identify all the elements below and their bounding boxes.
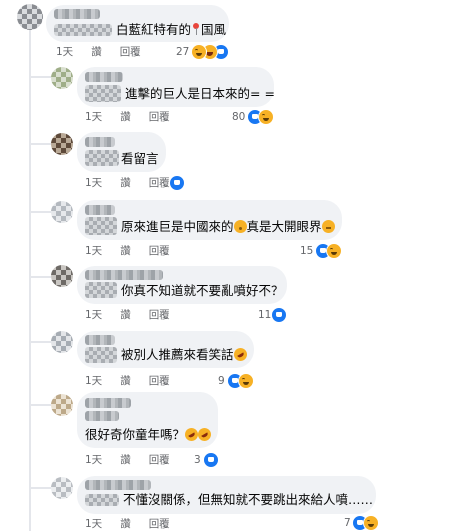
comment-text: 你真不知道就不要亂噴好不？ [121,283,284,298]
reaction-count[interactable]: 9 [218,374,225,388]
shocked-emoji-icon [233,220,247,233]
haha-icon[interactable] [363,515,379,531]
comment-text: 原來進巨是中國來的 真是大開眼界 [121,219,335,235]
thread-line [29,30,31,531]
comment-meta: 1天 讚 回覆 [85,517,188,531]
timestamp[interactable]: 1天 [85,308,102,322]
avatar[interactable] [51,67,73,89]
like-icon[interactable] [203,452,219,468]
timestamp[interactable]: 1天 [85,176,102,190]
author-name-blurred[interactable] [85,137,115,147]
reaction-count[interactable]: 11 [258,308,271,322]
reply-link[interactable]: 回覆 [149,374,170,388]
reaction-count[interactable]: 3 [194,453,201,467]
thinking-emoji-icon [321,220,335,233]
comment-bubble: 看留言 [77,132,166,172]
haha-icon[interactable] [258,109,274,125]
timestamp[interactable]: 1天 [85,374,102,388]
author-name-blurred[interactable] [85,411,119,421]
author-name-blurred[interactable] [85,480,151,490]
comment-meta: 1天 讚 回覆 [56,45,159,59]
reaction-count[interactable]: 15 [300,244,313,258]
timestamp[interactable]: 1天 [85,453,102,467]
reply-link[interactable]: 回覆 [120,45,141,59]
like-icon[interactable] [169,175,185,191]
comment-meta: 1天 讚 回覆 [85,374,188,388]
comment-bubble: 你真不知道就不要亂噴好不？ [77,266,287,304]
mention-blurred[interactable] [85,150,119,166]
haha-icon[interactable] [238,373,254,389]
comment-bubble: 很好奇你童年嗎？ [77,392,218,448]
mention-blurred[interactable] [85,85,121,102]
timestamp[interactable]: 1天 [85,244,102,258]
reaction-count[interactable]: 7 [344,516,351,530]
like-link[interactable]: 讚 [91,45,102,59]
avatar[interactable] [51,133,73,155]
rofl-emoji-icon [195,425,214,444]
avatar[interactable] [51,394,73,416]
comment-bubble: 原來進巨是中國來的 真是大開眼界 [77,200,342,240]
comment-text: 很好奇你童年嗎？ [85,425,214,444]
timestamp[interactable]: 1天 [56,45,73,59]
author-name-blurred[interactable] [54,9,100,19]
reply-link[interactable]: 回覆 [149,110,170,124]
author-name-blurred[interactable] [85,270,163,280]
comment-meta: 1天 讚 回覆 [85,308,188,322]
reply-connector [29,341,51,343]
reply-connector [29,143,51,145]
reply-link[interactable]: 回覆 [149,517,170,531]
timestamp[interactable]: 1天 [85,110,102,124]
like-link[interactable]: 讚 [120,244,131,258]
comment-meta: 1天 讚 回覆 [85,110,188,124]
comment-text: 看留言 [121,151,159,166]
like-icon[interactable] [271,307,287,323]
like-link[interactable]: 讚 [120,374,131,388]
comment-meta: 1天 讚 回覆 [85,453,188,467]
like-link[interactable]: 讚 [120,453,131,467]
avatar[interactable] [51,265,73,287]
reply-connector [29,276,51,278]
reply-link[interactable]: 回覆 [149,308,170,322]
mention-blurred[interactable] [85,217,117,235]
comment-text: 不懂沒關係，但無知就不要跳出來給人噴…… [123,492,374,507]
pin-emoji-icon [191,23,201,35]
mention-blurred[interactable] [85,494,119,506]
comment-bubble: 被別人推薦來看笑話 [77,331,254,368]
avatar[interactable] [51,201,73,223]
comment-text: 進擊的巨人是日本來的= = [125,86,275,101]
comment-bubble: 進擊的巨人是日本來的= = [77,67,275,107]
reply-link[interactable]: 回覆 [149,244,170,258]
comment-text: 被別人推薦來看笑話 [121,345,249,364]
reaction-count[interactable]: 80 [232,110,245,124]
reply-connector [29,487,51,489]
mention-blurred[interactable] [85,347,117,363]
avatar[interactable] [17,4,43,30]
like-link[interactable]: 讚 [120,176,131,190]
comment-bubble: 不懂沒關係，但無知就不要跳出來給人噴…… [77,476,376,514]
reply-connector [29,404,51,406]
avatar[interactable] [51,331,73,353]
reply-connector [29,76,51,78]
timestamp[interactable]: 1天 [85,517,102,531]
reply-connector [29,211,51,213]
comment-text: 白藍紅特有的 国風 [116,22,227,37]
author-name-blurred[interactable] [85,205,115,215]
author-name-blurred[interactable] [85,335,115,345]
haha-icon[interactable] [326,243,342,259]
reaction-count[interactable]: 27 [176,45,189,59]
comment-bubble: 白藍紅特有的 国風 [46,5,229,42]
haha-icon[interactable] [191,44,207,60]
comment-meta: 1天 讚 回覆 [85,244,188,258]
like-link[interactable]: 讚 [120,110,131,124]
like-link[interactable]: 讚 [120,517,131,531]
mention-blurred[interactable] [54,24,112,36]
avatar[interactable] [51,477,73,499]
reply-link[interactable]: 回覆 [149,176,170,190]
like-link[interactable]: 讚 [120,308,131,322]
author-name-blurred[interactable] [85,398,131,408]
reply-link[interactable]: 回覆 [149,453,170,467]
mention-blurred[interactable] [85,282,117,298]
author-name-blurred[interactable] [85,72,123,82]
